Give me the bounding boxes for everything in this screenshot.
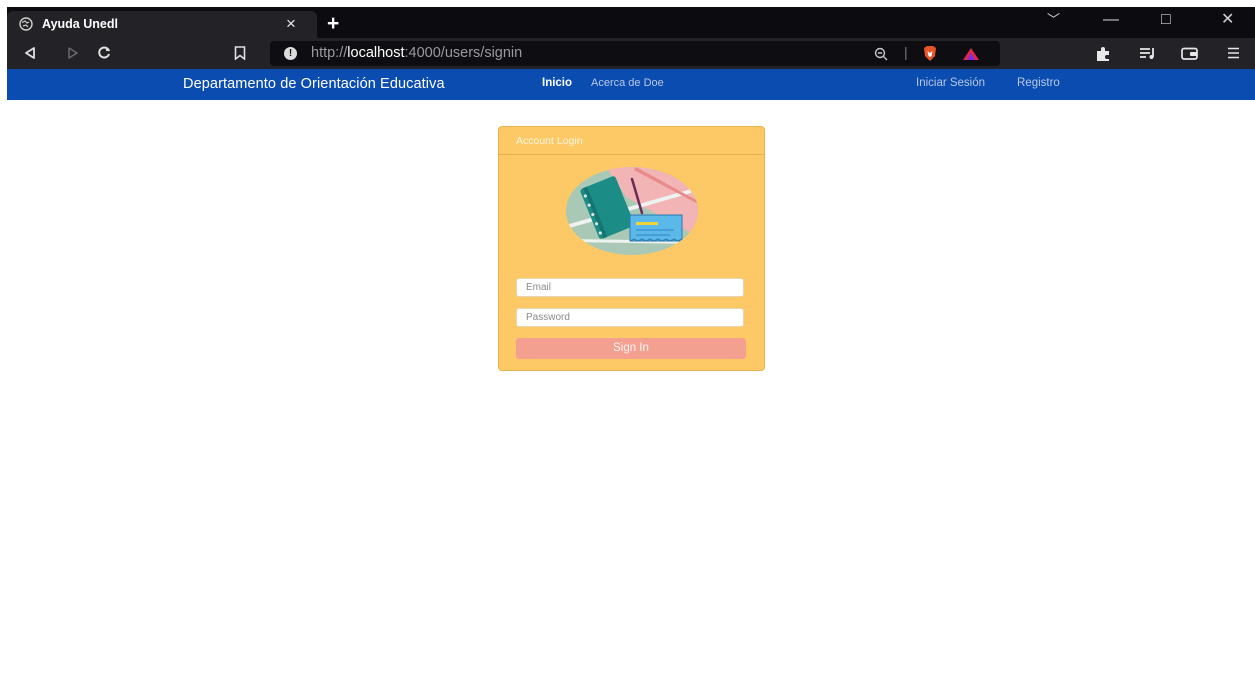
browser-tab[interactable]: Ayuda Unedl × — [7, 11, 317, 38]
browser-tab-bar: Ayuda Unedl × + ﹀ — □ ✕ — [7, 7, 1255, 38]
site-navbar: Departamento de Orientación Educativa In… — [7, 69, 1255, 100]
forward-icon[interactable] — [67, 47, 79, 59]
close-window-icon[interactable]: ✕ — [1221, 10, 1234, 30]
brave-rewards-icon[interactable] — [962, 47, 980, 61]
login-title: Account Login — [516, 135, 583, 147]
reload-icon[interactable] — [97, 45, 112, 60]
address-separator: | — [904, 44, 908, 60]
password-field[interactable] — [516, 308, 744, 327]
tab-title: Ayuda Unedl — [42, 17, 118, 31]
site-info-icon[interactable]: ! — [284, 47, 297, 60]
login-card: Account Login Email Sign In — [498, 126, 765, 371]
browser-toolbar: ! http://localhost:4000/users/signin | — [7, 38, 1255, 69]
extensions-icon[interactable] — [1095, 46, 1112, 62]
globe-icon — [19, 17, 33, 31]
login-card-header: Account Login — [499, 127, 764, 155]
screen-top-margin — [0, 0, 1255, 7]
address-bar[interactable]: ! http://localhost:4000/users/signin | — [270, 41, 1000, 66]
nav-link-inicio[interactable]: Inicio — [542, 77, 572, 89]
back-icon[interactable] — [23, 46, 37, 60]
zoom-icon[interactable] — [874, 47, 888, 61]
nav-link-acerca[interactable]: Acerca de Doe — [591, 77, 664, 89]
email-field[interactable] — [516, 278, 744, 297]
nav-link-registro[interactable]: Registro — [1017, 77, 1060, 89]
minimize-icon[interactable]: — — [1103, 10, 1119, 30]
brand-link[interactable]: Departamento de Orientación Educativa — [183, 76, 445, 92]
brave-shield-icon[interactable] — [922, 45, 938, 62]
new-tab-icon[interactable]: + — [327, 13, 339, 35]
nav-link-iniciar-sesion[interactable]: Iniciar Sesión — [916, 77, 985, 89]
playlist-icon[interactable] — [1139, 47, 1157, 59]
menu-icon[interactable] — [1227, 47, 1240, 59]
tab-close-icon[interactable]: × — [286, 14, 296, 34]
url-text[interactable]: http://localhost:4000/users/signin — [311, 45, 522, 61]
maximize-icon[interactable]: □ — [1161, 10, 1171, 30]
wallet-icon[interactable] — [1181, 47, 1198, 60]
tab-list-icon[interactable]: ﹀ — [1047, 10, 1060, 30]
notebook-illustration — [566, 167, 698, 255]
sign-in-button[interactable]: Sign In — [516, 338, 746, 359]
bookmark-icon[interactable] — [234, 46, 246, 60]
